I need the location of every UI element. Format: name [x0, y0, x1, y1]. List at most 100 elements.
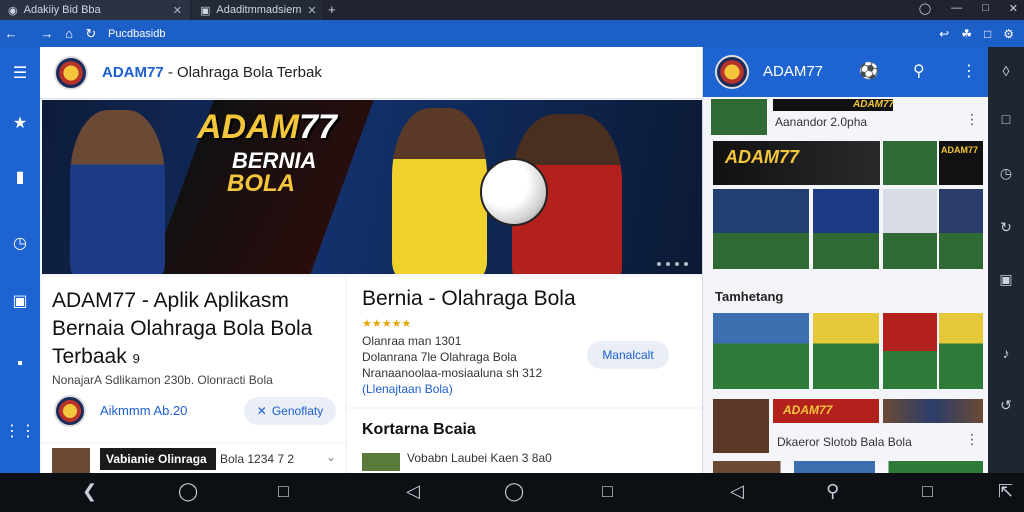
list-item-label[interactable]: Aanandor 2.0pha — [775, 115, 867, 129]
list-card[interactable]: Vabianie Olinraga Bola 1234 7 2 ⌄ — [42, 444, 345, 473]
recent-apps-icon[interactable]: □ — [278, 481, 289, 502]
chat-icon[interactable]: ▮ — [0, 167, 40, 187]
chevron-down-icon[interactable]: ⌄ — [326, 450, 336, 464]
search-icon[interactable]: ⚲ — [826, 481, 839, 502]
hero-banner[interactable]: ADAM77 BERNIA BOLA — [42, 100, 702, 274]
action-chip[interactable]: ✕ Genoflaty — [244, 397, 336, 425]
back-icon[interactable]: ◁ — [730, 481, 744, 502]
thumbnail-image — [883, 141, 937, 185]
map-icon[interactable]: ▪ — [0, 355, 40, 373]
capture-icon[interactable]: ▣ — [988, 271, 1024, 288]
home-icon[interactable]: ◯ — [504, 481, 524, 502]
more-icon[interactable]: ⋮ — [965, 111, 979, 128]
more-icon[interactable]: ⋮ — [961, 61, 977, 81]
article-subtitle: NonajarA Sdlikamon 230b. Olonracti Bola — [52, 373, 273, 387]
left-rail: ☰ ★ ▮ ◷ ▣ ▪ ⋮⋮ — [0, 47, 40, 473]
list-item[interactable]: Vobabn Laubei Kaen 3 8a0 — [407, 451, 552, 465]
thumbnail-image[interactable] — [713, 189, 809, 269]
menu-icon[interactable]: ☰ — [0, 63, 40, 83]
site-logo — [715, 55, 749, 89]
maximize-icon[interactable]: □ — [982, 2, 989, 15]
hero-title: ADAM77 BERNIA BOLA — [197, 108, 337, 197]
title-bar: ◉ Adakiiy Bid Bba ✕ ▣ Adaditmmadsiem ✕ +… — [0, 0, 1024, 20]
thumbnail-image[interactable] — [883, 313, 937, 389]
extension-icon[interactable]: ☘ — [961, 27, 972, 41]
close-icon: ✕ — [256, 404, 267, 418]
minimize-icon[interactable]: — — [951, 2, 962, 15]
author-name[interactable]: Aikmmm Ab.20 — [100, 403, 187, 418]
close-tab-icon[interactable]: ✕ — [173, 4, 182, 17]
panel-title: ADAM77 — [763, 63, 824, 80]
close-tab-icon[interactable]: ✕ — [307, 4, 316, 17]
home-icon[interactable]: ⌂ — [58, 26, 80, 41]
thumbnail-image — [362, 453, 400, 471]
thumbnail-image[interactable] — [813, 313, 879, 389]
url-field[interactable]: Pucdbasidb — [108, 28, 166, 40]
list-item-text: Bola 1234 7 2 — [220, 452, 295, 466]
site-favicon: ◉ — [8, 4, 18, 17]
video-label: Vabianie Olinraga — [100, 448, 216, 470]
close-window-icon[interactable]: ✕ — [1009, 2, 1018, 15]
article-card[interactable]: ADAM77 - Aplik Aplikasm Bernaia Olahraga… — [42, 277, 345, 442]
sports-icon[interactable]: ⚽ — [859, 61, 879, 81]
window-icon[interactable]: □ — [984, 27, 991, 41]
thumbnail-image — [52, 448, 90, 473]
article-card[interactable]: Bernia - Olahraga Bola ★★★★★ Olanraa man… — [347, 277, 702, 407]
recent-apps-icon[interactable]: □ — [922, 481, 933, 502]
promo-banner[interactable]: ADAM77 — [939, 141, 983, 185]
share-icon[interactable]: ↩ — [939, 27, 949, 41]
back-icon[interactable]: ❮ — [82, 481, 97, 502]
player-image — [70, 110, 165, 274]
section-heading: Kortarna Bcaia — [362, 421, 476, 438]
thumbnail-image[interactable] — [939, 313, 983, 389]
carousel-dots[interactable] — [657, 262, 688, 266]
player-image — [392, 108, 487, 274]
thumbnail-image[interactable] — [713, 399, 769, 453]
tab-label: Adakiiy Bid Bba — [23, 4, 101, 16]
bookmark-icon[interactable]: □ — [988, 111, 1024, 127]
page-header: ADAM77 - Olahraga Bola Terbak — [40, 47, 702, 99]
tab-label: Adaditmmadsiem — [216, 4, 302, 16]
thumbnail-image[interactable] — [939, 189, 983, 269]
forward-icon[interactable]: → — [36, 26, 58, 41]
right-panel: ADAM77 ⚽ ⚲ ⋮ ADAM77 Aanandor 2.0pha ⋮ AD… — [702, 47, 988, 473]
category-card[interactable]: Kortarna Bcaia Vobabn Laubei Kaen 3 8a0 — [347, 409, 702, 473]
plus-icon[interactable]: + — [328, 2, 336, 17]
history-icon[interactable]: ◷ — [988, 165, 1024, 182]
promo-banner[interactable]: ADAM77 — [713, 141, 880, 185]
thumbnail-image[interactable] — [813, 189, 879, 269]
home-icon[interactable]: ◯ — [178, 481, 198, 502]
clock-icon[interactable]: ◷ — [0, 233, 40, 253]
more-icon[interactable]: ⋮ — [965, 431, 979, 448]
profile-icon[interactable]: ◯ — [919, 2, 931, 15]
download-icon[interactable]: ▣ — [0, 291, 40, 311]
article-heading: Bernia - Olahraga Bola — [362, 287, 576, 310]
promo-banner[interactable]: ADAM77 — [773, 399, 879, 423]
apps-icon[interactable]: ⋮⋮ — [0, 421, 40, 441]
refresh-icon[interactable]: ↻ — [988, 219, 1024, 236]
site-favicon: ▣ — [200, 4, 211, 17]
settings-icon[interactable]: ⚙ — [1003, 27, 1014, 41]
thumbnail-image[interactable] — [883, 189, 937, 269]
list-item-label[interactable]: Dkaeror Slotob Bala Bola — [777, 435, 912, 449]
thumbnail-image — [711, 99, 767, 135]
author-avatar — [54, 395, 86, 427]
back-icon[interactable]: ◁ — [406, 481, 420, 502]
thumbnail-image[interactable] — [713, 313, 809, 389]
right-sidebar: ◊ □ ◷ ↻ ▣ ♪ ↺ — [988, 47, 1024, 473]
browser-tab-2[interactable]: ▣ Adaditmmadsiem ✕ — [192, 0, 322, 20]
resize-icon[interactable]: ⇱ — [998, 481, 1013, 502]
expand-icon[interactable]: ◊ — [988, 63, 1024, 79]
site-logo — [54, 56, 88, 90]
reload-icon[interactable]: ↻ — [80, 26, 102, 42]
panel-header: ADAM77 ⚽ ⚲ ⋮ — [703, 47, 988, 97]
action-chip[interactable]: Manalcalt — [587, 341, 669, 369]
sync-icon[interactable]: ↺ — [988, 397, 1024, 414]
main-content: ADAM77 - Olahraga Bola Terbak ADAM77 BER… — [40, 47, 702, 473]
volume-icon[interactable]: ♪ — [988, 345, 1024, 361]
star-icon[interactable]: ★ — [0, 113, 40, 133]
browser-tab-1[interactable]: ◉ Adakiiy Bid Bba ✕ — [0, 0, 190, 20]
recent-apps-icon[interactable]: □ — [602, 481, 613, 502]
back-icon[interactable]: ← — [0, 26, 22, 41]
search-icon[interactable]: ⚲ — [913, 61, 925, 81]
